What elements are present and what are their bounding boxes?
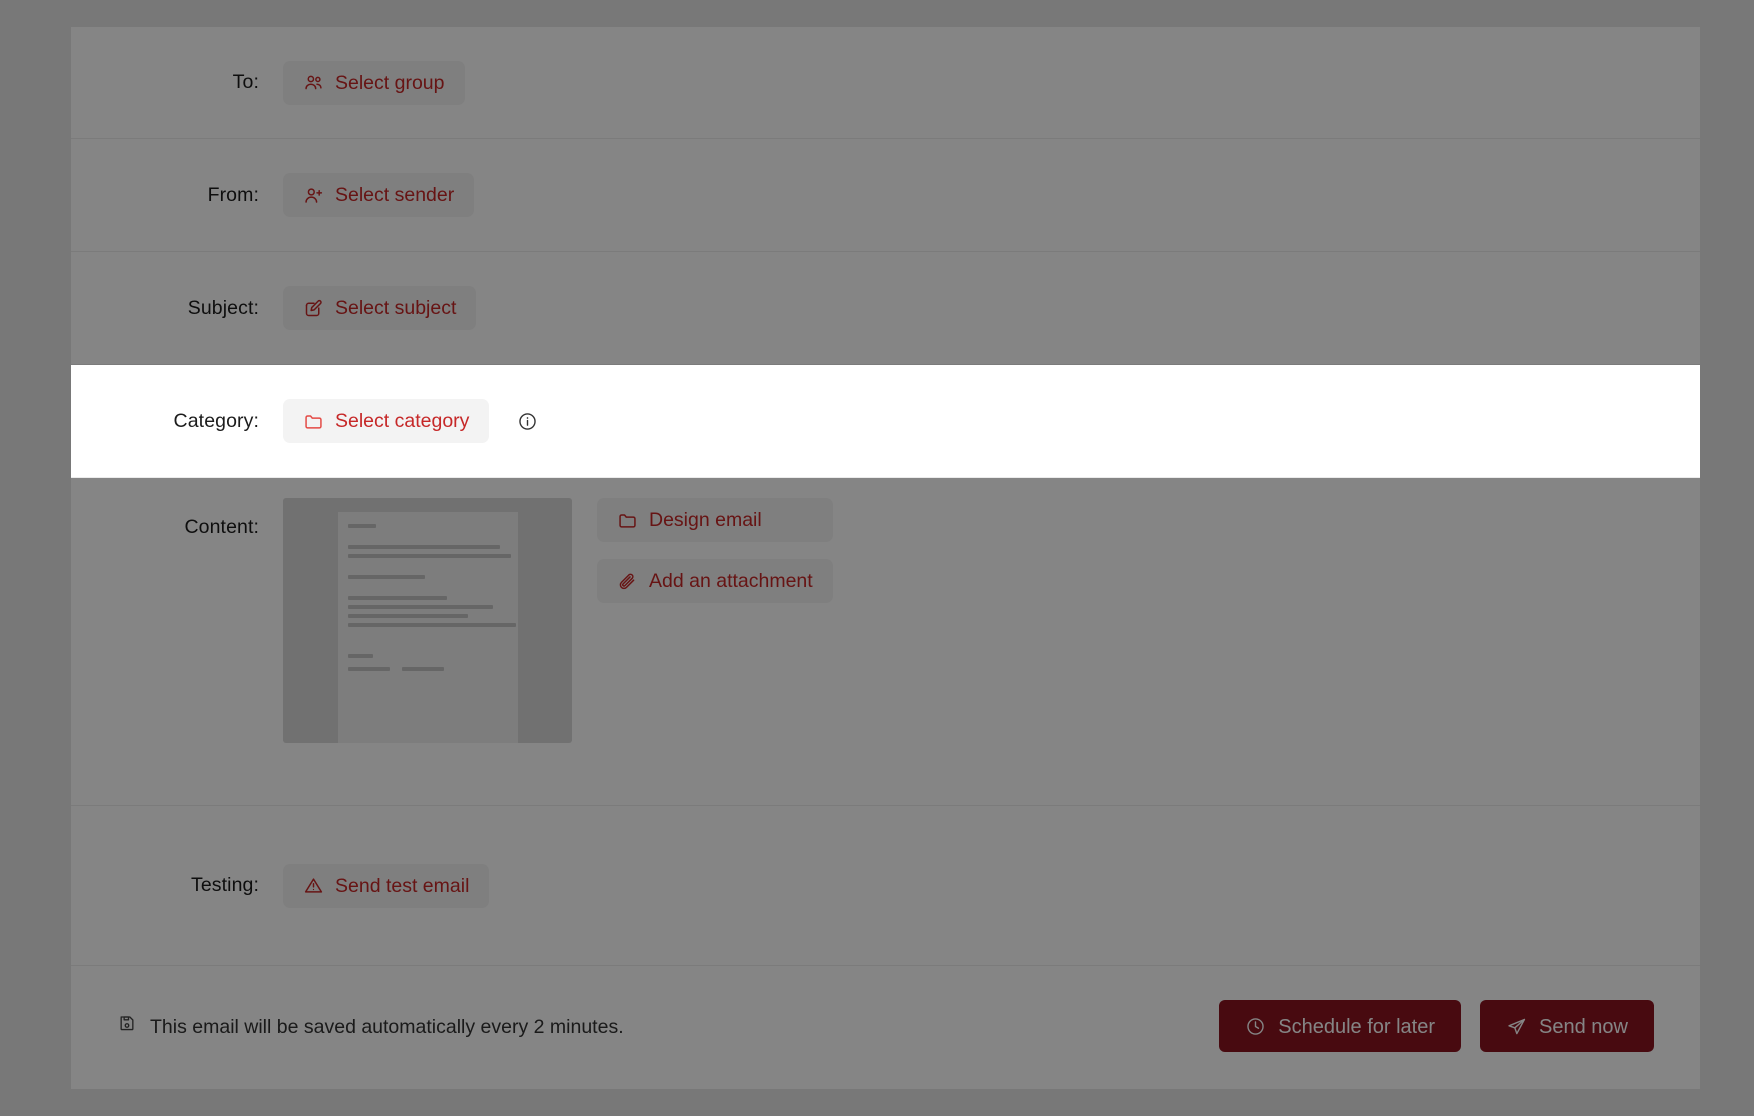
email-preview-thumbnail[interactable] — [283, 498, 572, 743]
testing-row-body: Send test email — [283, 863, 1700, 908]
email-composer-page: To: Select group From: Select sender Sub… — [0, 0, 1754, 1116]
overlay-right — [1700, 0, 1754, 1116]
select-category-button[interactable]: Select category — [283, 399, 490, 443]
subject-row: Subject: Select subject — [71, 252, 1700, 365]
overlay-bottom — [71, 1089, 1700, 1116]
send-test-email-label: Send test email — [335, 874, 470, 897]
send-test-email-button[interactable]: Send test email — [283, 863, 490, 908]
info-circle-icon[interactable] — [517, 411, 538, 432]
preview-line — [348, 575, 425, 579]
send-now-label: Send now — [1539, 1016, 1628, 1038]
preview-line — [348, 654, 373, 658]
schedule-for-later-label: Schedule for later — [1278, 1016, 1436, 1038]
folder-icon — [303, 411, 324, 432]
content-wrapper: Design email Add an attachment — [283, 478, 833, 743]
preview-spacer — [338, 563, 518, 575]
content-row-body: Design email Add an attachment — [283, 478, 1700, 743]
select-sender-label: Select sender — [335, 184, 455, 207]
preview-line — [402, 667, 445, 671]
select-subject-button[interactable]: Select subject — [283, 286, 477, 330]
preview-spacer — [338, 533, 518, 545]
compose-footer: This email will be saved automatically e… — [71, 966, 1700, 1086]
select-sender-button[interactable]: Select sender — [283, 173, 475, 217]
category-label: Category: — [173, 409, 259, 432]
schedule-for-later-button[interactable]: Schedule for later — [1219, 1000, 1462, 1052]
content-label: Content: — [184, 516, 259, 538]
save-disk-icon — [117, 1013, 137, 1039]
user-plus-icon — [303, 185, 324, 206]
preview-line — [348, 667, 390, 671]
preview-line — [348, 605, 493, 609]
autosave-notice: This email will be saved automatically e… — [117, 1013, 624, 1039]
send-now-button[interactable]: Send now — [1480, 1000, 1654, 1052]
paper-plane-icon — [1506, 1016, 1527, 1037]
category-row: Category: Select category — [71, 365, 1700, 478]
to-row: To: Select group — [71, 27, 1700, 139]
footer-buttons: Schedule for later Send now — [1219, 1000, 1654, 1052]
pencil-square-icon — [303, 298, 324, 319]
content-row: Content: Design email Add an attachment — [71, 478, 1700, 806]
preview-line — [348, 596, 447, 600]
overlay-top — [71, 0, 1700, 27]
folder-icon — [617, 510, 638, 531]
subject-label: Subject: — [187, 296, 259, 319]
preview-line — [348, 614, 468, 618]
preview-page — [338, 512, 518, 743]
overlay-left — [0, 0, 71, 1116]
to-row-body: Select group — [283, 60, 1700, 105]
preview-spacer — [338, 584, 518, 596]
select-category-label: Select category — [335, 410, 470, 433]
from-row-body: Select sender — [283, 173, 1700, 217]
content-actions: Design email Add an attachment — [597, 498, 833, 603]
subject-row-body: Select subject — [283, 286, 1700, 330]
category-row-body: Select category — [283, 399, 1700, 443]
select-group-label: Select group — [335, 71, 445, 94]
select-subject-label: Select subject — [335, 297, 457, 320]
users-icon — [303, 72, 324, 93]
select-group-button[interactable]: Select group — [283, 60, 465, 105]
add-attachment-label: Add an attachment — [649, 570, 813, 593]
to-label: To: — [232, 71, 259, 93]
testing-label: Testing: — [190, 874, 259, 896]
preview-line — [348, 524, 376, 528]
testing-row: Testing: Send test email — [71, 806, 1700, 966]
preview-spacer — [338, 632, 518, 654]
design-email-label: Design email — [649, 509, 762, 532]
preview-spacer — [338, 512, 518, 524]
design-email-button[interactable]: Design email — [597, 498, 833, 542]
from-row: From: Select sender — [71, 139, 1700, 252]
preview-line — [348, 623, 516, 627]
add-attachment-button[interactable]: Add an attachment — [597, 559, 833, 603]
warning-triangle-icon — [303, 875, 324, 896]
autosave-text: This email will be saved automatically e… — [150, 1015, 624, 1038]
clock-icon — [1245, 1016, 1266, 1037]
paperclip-icon — [617, 571, 638, 592]
preview-line — [348, 554, 511, 558]
from-label: From: — [207, 183, 259, 206]
compose-card: To: Select group From: Select sender Sub… — [71, 27, 1700, 1089]
preview-line — [348, 545, 500, 549]
